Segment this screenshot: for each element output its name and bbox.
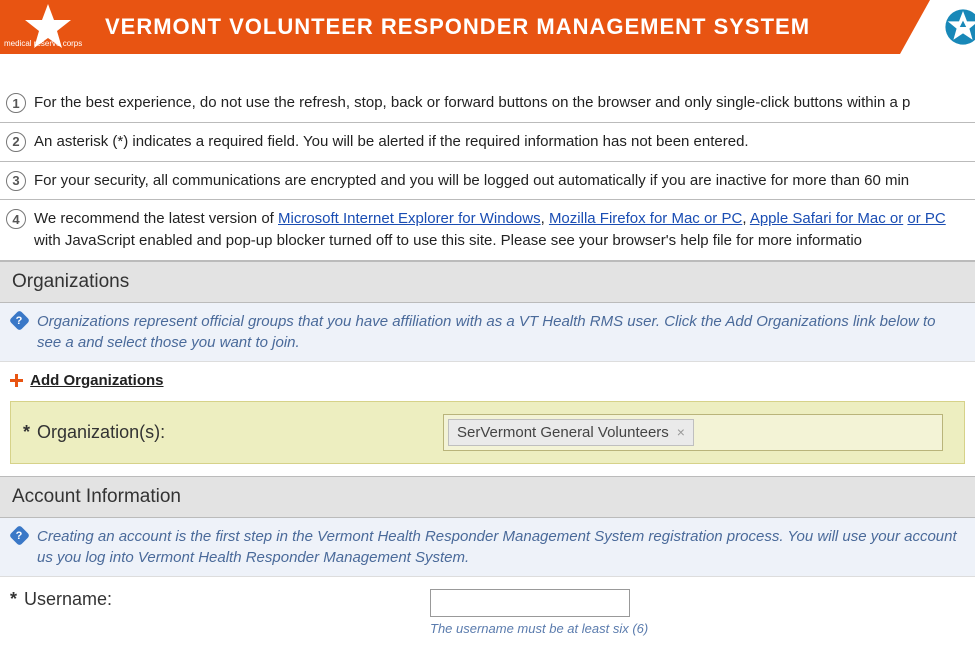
required-asterisk: * <box>23 422 30 442</box>
header-corner <box>900 0 975 54</box>
app-header: medical reserve corps VERMONT VOLUNTEER … <box>0 0 975 54</box>
chip-remove-icon[interactable]: × <box>677 424 685 440</box>
text-segment: , <box>541 210 549 227</box>
instruction-text: An asterisk (*) indicates a required fie… <box>34 131 975 153</box>
browser-link-safari[interactable]: Apple Safari for Mac or <box>750 210 903 227</box>
text-segment: We recommend the latest version of <box>34 210 278 227</box>
account-heading: Account Information <box>0 476 975 518</box>
username-hint: The username must be at least six (6) <box>430 621 965 638</box>
organizations-info: ? Organizations represent official group… <box>0 303 975 362</box>
instruction-text: We recommend the latest version of Micro… <box>34 208 975 252</box>
username-row: * Username: The username must be at leas… <box>0 577 975 638</box>
browser-link-ie[interactable]: Microsoft Internet Explorer for Windows <box>278 210 541 227</box>
organizations-label: * Organization(s): <box>23 422 443 443</box>
organization-chip: SerVermont General Volunteers × <box>448 419 694 446</box>
organizations-heading: Organizations <box>0 261 975 303</box>
info-icon: ? <box>9 525 30 546</box>
account-info: ? Creating an account is the first step … <box>0 518 975 577</box>
info-icon: ? <box>9 310 30 331</box>
text-segment: , <box>742 210 750 227</box>
instruction-2: 2 An asterisk (*) indicates a required f… <box>0 123 975 162</box>
corner-star-icon <box>943 7 975 47</box>
instruction-3: 3 For your security, all communications … <box>0 162 975 201</box>
browser-link-firefox[interactable]: Mozilla Firefox for Mac or PC <box>549 210 742 227</box>
username-input[interactable] <box>430 589 630 617</box>
main-content: 1 For the best experience, do not use th… <box>0 54 975 638</box>
add-organizations-row: Add Organizations <box>0 362 975 399</box>
label-text: Username: <box>24 589 112 609</box>
chip-label: SerVermont General Volunteers <box>457 424 669 441</box>
instruction-text: For your security, all communications ar… <box>34 170 975 192</box>
page-title: VERMONT VOLUNTEER RESPONDER MANAGEMENT S… <box>95 14 810 40</box>
step-number-icon: 3 <box>6 171 26 191</box>
label-text: Organization(s): <box>37 422 165 442</box>
instruction-4: 4 We recommend the latest version of Mic… <box>0 200 975 261</box>
step-number-icon: 2 <box>6 132 26 152</box>
step-number-icon: 1 <box>6 93 26 113</box>
browser-link-chrome[interactable]: or PC <box>907 210 945 227</box>
logo-text: medical reserve corps <box>4 40 82 48</box>
plus-icon <box>10 374 23 387</box>
info-text: Creating an account is the first step in… <box>37 526 963 568</box>
organization-chip-container[interactable]: SerVermont General Volunteers × <box>443 414 943 451</box>
instruction-text: For the best experience, do not use the … <box>34 92 975 114</box>
instruction-1: 1 For the best experience, do not use th… <box>0 84 975 123</box>
username-input-col: The username must be at least six (6) <box>430 589 965 638</box>
add-organizations-link[interactable]: Add Organizations <box>30 372 163 389</box>
header-logo: medical reserve corps <box>0 0 95 54</box>
required-asterisk: * <box>10 589 17 609</box>
step-number-icon: 4 <box>6 209 26 229</box>
username-label: * Username: <box>10 589 430 610</box>
text-segment: with JavaScript enabled and pop-up block… <box>34 232 862 249</box>
organizations-field-row: * Organization(s): SerVermont General Vo… <box>10 401 965 464</box>
info-text: Organizations represent official groups … <box>37 311 963 353</box>
